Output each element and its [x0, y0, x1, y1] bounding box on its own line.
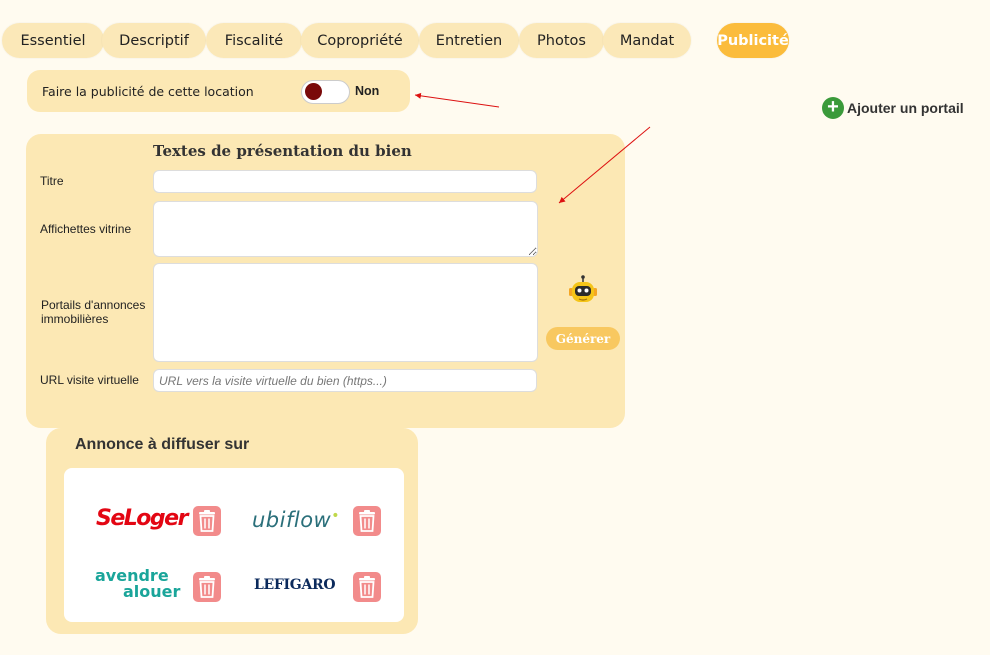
diffusion-title: Annonce à diffuser sur [75, 436, 250, 453]
ubiflow-dot-icon: • [331, 508, 340, 524]
tab-label: Entretien [435, 32, 503, 49]
ubiflow-logo-text: ubiflow [252, 508, 332, 532]
advertise-toggle[interactable] [301, 80, 350, 104]
portails-textarea[interactable] [153, 263, 538, 362]
presentation-card: Textes de présentation du bien Titre Aff… [26, 134, 625, 428]
tab-copropriete[interactable]: Copropriété [301, 23, 419, 58]
tab-entretien[interactable]: Entretien [419, 23, 519, 58]
titre-label: Titre [40, 174, 64, 188]
avendrealouer-line2: alouer [123, 582, 181, 601]
tab-label: Mandat [619, 32, 675, 49]
url-input[interactable] [153, 369, 537, 392]
affichettes-label: Affichettes vitrine [40, 222, 132, 236]
tab-label: Photos [537, 32, 586, 49]
arrow-toggle [414, 92, 500, 108]
tab-label: Fiscalité [224, 32, 284, 49]
tab-label: Copropriété [317, 32, 403, 49]
url-label: URL visite virtuelle [40, 373, 139, 387]
portails-label: Portails d'annonces immobilières [41, 298, 145, 326]
ubiflow-logo: ubiflow• [252, 508, 340, 532]
portails-label-line2: immobilières [41, 312, 109, 326]
tab-fiscalite[interactable]: Fiscalité [206, 23, 302, 58]
tab-mandat[interactable]: Mandat [603, 23, 691, 58]
lefigaro-part1: LE [254, 577, 274, 593]
portal-list: SeLoger ubiflow• avendre alouer LEFIGARO [64, 468, 404, 622]
tab-publicite[interactable]: Publicité [717, 23, 789, 58]
toggle-knob [305, 83, 322, 100]
tab-descriptif[interactable]: Descriptif [102, 23, 206, 58]
diffusion-card: Annonce à diffuser sur SeLoger ubiflow• … [46, 428, 418, 634]
affichettes-textarea[interactable] [153, 201, 538, 257]
plus-circle-icon: + [822, 97, 844, 119]
trash-icon[interactable] [353, 506, 381, 536]
seloger-logo: SeLoger [96, 506, 188, 531]
advertise-label: Faire la publicité de cette location [42, 84, 254, 99]
trash-icon[interactable] [193, 572, 221, 602]
portails-label-line1: Portails d'annonces [41, 298, 146, 312]
tab-essentiel[interactable]: Essentiel [2, 23, 104, 58]
add-portal-label: Ajouter un portail [847, 100, 964, 116]
advertise-state: Non [355, 84, 380, 98]
advertise-toggle-card: Faire la publicité de cette location Non [27, 70, 410, 112]
titre-input[interactable] [153, 170, 537, 193]
avendrealouer-logo: avendre alouer [95, 568, 180, 600]
tab-photos[interactable]: Photos [519, 23, 604, 58]
add-portal-button[interactable]: + Ajouter un portail [822, 97, 964, 119]
tab-label: Publicité [717, 32, 789, 49]
trash-icon[interactable] [193, 506, 221, 536]
generate-button[interactable]: Générer [546, 327, 620, 350]
lefigaro-logo: LEFIGARO [254, 577, 336, 593]
presentation-title: Textes de présentation du bien [153, 142, 412, 160]
tab-label: Descriptif [119, 32, 189, 49]
trash-icon[interactable] [353, 572, 381, 602]
robot-icon [569, 275, 597, 302]
tab-label: Essentiel [20, 32, 86, 49]
lefigaro-part2: FIGARO [273, 577, 336, 593]
